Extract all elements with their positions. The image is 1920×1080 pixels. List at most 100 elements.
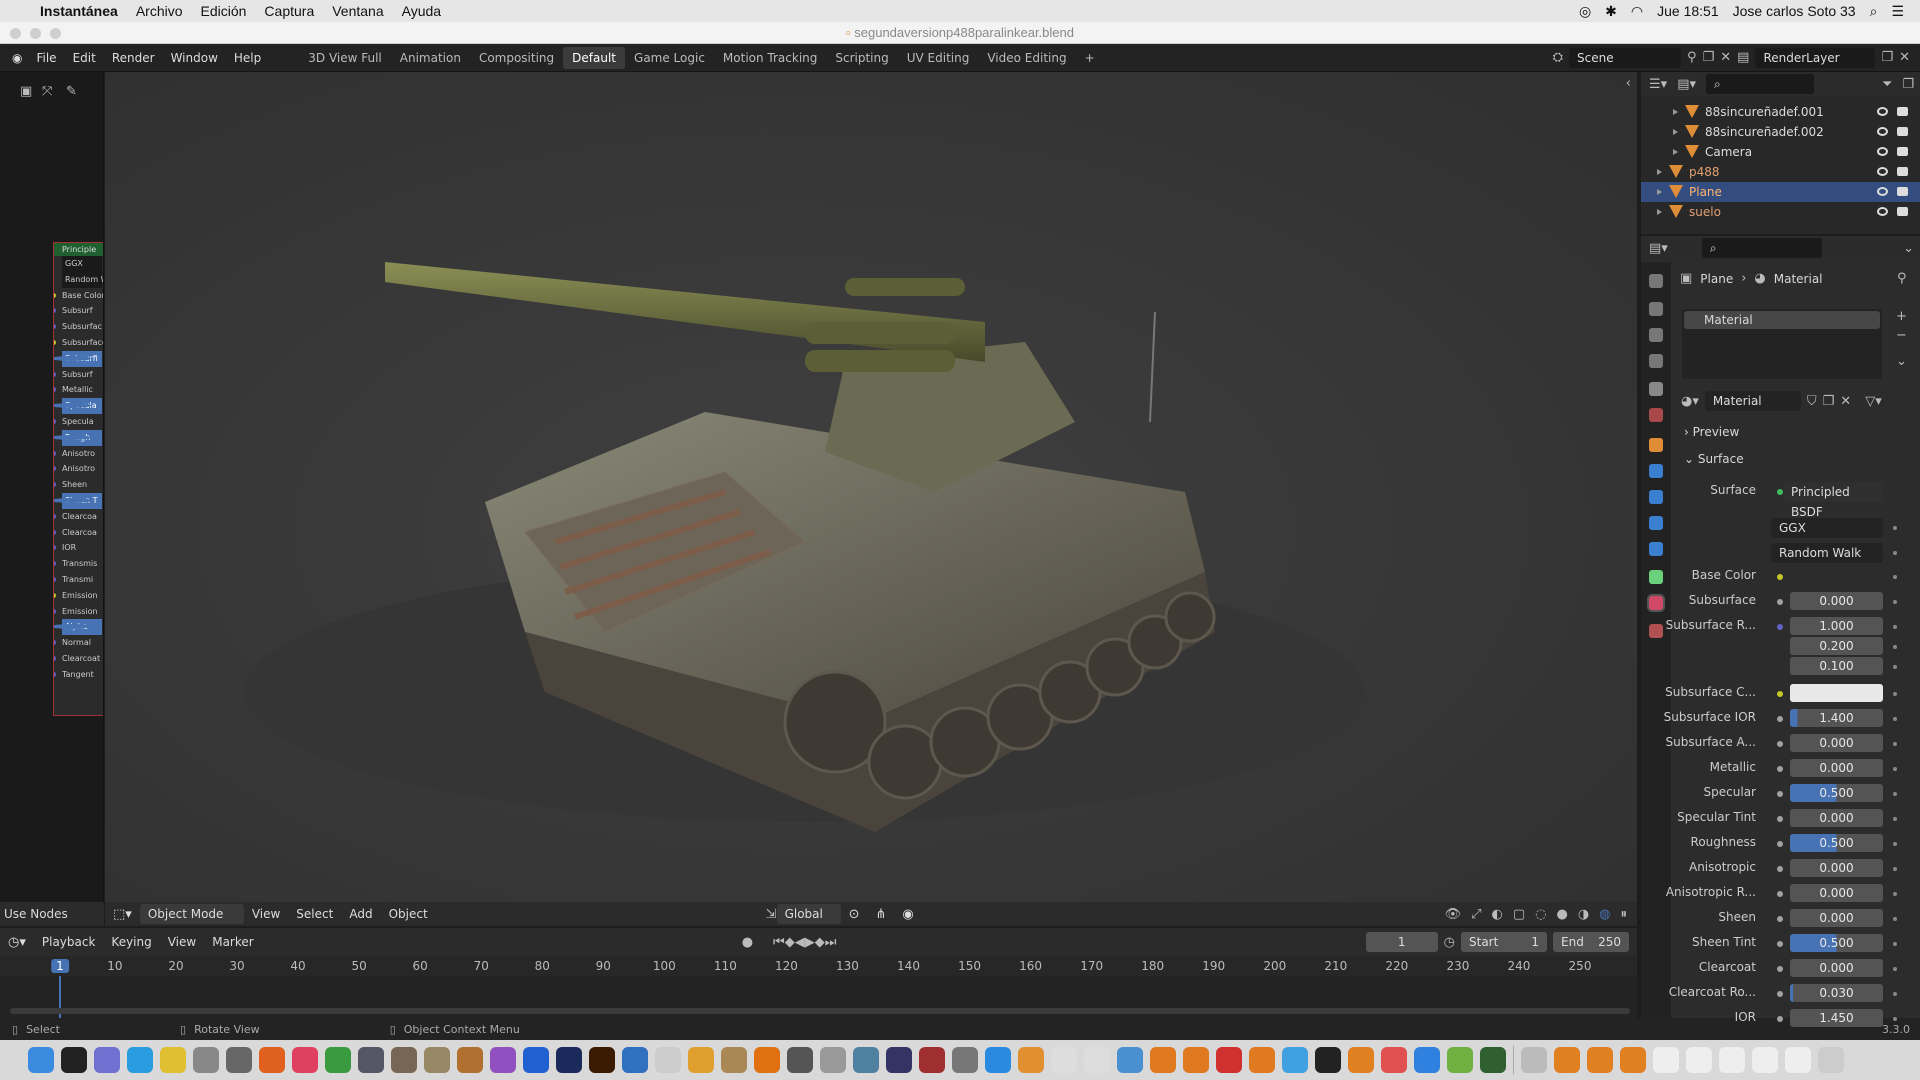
- surface-shader-field[interactable]: Principled BSDF: [1783, 482, 1883, 519]
- tab-uv-editing[interactable]: UV Editing: [898, 47, 979, 69]
- node-socket-row[interactable]: GGX: [54, 256, 103, 272]
- red-app-icon[interactable]: [1216, 1047, 1242, 1073]
- bluetooth-icon[interactable]: ✱: [1605, 3, 1617, 20]
- timeline-track[interactable]: [0, 976, 1637, 1018]
- menu-window[interactable]: Window: [163, 51, 226, 65]
- node-socket-row[interactable]: Transmis: [54, 556, 103, 572]
- strategy-game-icon[interactable]: [424, 1047, 450, 1073]
- tank-app-icon[interactable]: [358, 1047, 384, 1073]
- menu-archivo[interactable]: Archivo: [136, 3, 183, 19]
- package-icon[interactable]: [721, 1047, 747, 1073]
- menu-file[interactable]: File: [28, 51, 64, 65]
- node-socket-row[interactable]: Subsurfi: [54, 350, 103, 367]
- input-socket-icon[interactable]: [1777, 766, 1783, 772]
- input-socket-icon[interactable]: [1777, 716, 1783, 722]
- node-socket-row[interactable]: Emission: [54, 604, 103, 620]
- property-value-field[interactable]: 0.500: [1790, 784, 1883, 802]
- socket-icon[interactable]: [54, 324, 56, 330]
- timeline-ruler[interactable]: 1 10 20 30 40 50 60 70 80 90 100 110 120 130 140 150 160…: [0, 956, 1637, 976]
- node-socket-row[interactable]: Subsurf: [54, 367, 103, 383]
- property-value-field[interactable]: 0.000: [1790, 884, 1883, 902]
- rocket-icon[interactable]: [226, 1047, 252, 1073]
- scene-field[interactable]: Scene: [1569, 47, 1682, 68]
- quicktime-icon[interactable]: [886, 1047, 912, 1073]
- property-value-field[interactable]: 1.400: [1790, 709, 1883, 727]
- tab-video-editing[interactable]: Video Editing: [978, 47, 1075, 69]
- outliner-row[interactable]: Camera: [1641, 142, 1920, 162]
- current-frame-field[interactable]: 1: [1365, 932, 1438, 952]
- blender-alt-icon[interactable]: [1183, 1047, 1209, 1073]
- render-camera-icon[interactable]: [1897, 107, 1908, 116]
- property-value-field[interactable]: 0.030: [1790, 984, 1883, 1002]
- keyframe-dot[interactable]: [1893, 575, 1897, 579]
- outliner-row[interactable]: 88sincureñadef.002: [1641, 122, 1920, 142]
- folder-stack-alt-icon[interactable]: [1587, 1047, 1613, 1073]
- menu-captura[interactable]: Captura: [264, 3, 314, 19]
- node-socket-row[interactable]: Anisotro: [54, 461, 103, 477]
- blender-logo-icon[interactable]: ◉: [0, 51, 28, 65]
- visibility-eye-icon[interactable]: [1877, 107, 1888, 116]
- creative-cloud-icon[interactable]: ◎: [1579, 3, 1591, 20]
- property-value-field[interactable]: 0.500: [1790, 834, 1883, 852]
- object-mode-dropdown[interactable]: Object Mode: [139, 904, 244, 924]
- socket-icon[interactable]: [54, 339, 56, 345]
- outliner-search-input[interactable]: ⌕: [1706, 74, 1814, 94]
- record-icon[interactable]: ●: [742, 935, 753, 950]
- delete-layer-icon[interactable]: ✕: [1899, 50, 1910, 65]
- tiles-app-icon[interactable]: [1282, 1047, 1308, 1073]
- photoshop-icon[interactable]: [556, 1047, 582, 1073]
- notes-icon[interactable]: [457, 1047, 483, 1073]
- books-icon[interactable]: [1018, 1047, 1044, 1073]
- keyframe-dot[interactable]: [1893, 551, 1897, 555]
- socket-icon[interactable]: [54, 497, 91, 503]
- visibility-eye-icon[interactable]: [1877, 147, 1888, 156]
- keyframe-dot[interactable]: [1893, 742, 1897, 746]
- property-value-field[interactable]: [1790, 684, 1883, 702]
- duplicate-material-icon[interactable]: ❐: [1823, 394, 1835, 409]
- rendered-shading-icon[interactable]: ◍: [1599, 907, 1610, 922]
- xcode-icon[interactable]: [853, 1047, 879, 1073]
- properties-options-icon[interactable]: ⌄: [1903, 241, 1914, 256]
- vlc-icon[interactable]: [754, 1047, 780, 1073]
- input-socket-icon[interactable]: [1777, 866, 1783, 872]
- remove-slot-icon[interactable]: −: [1896, 328, 1907, 343]
- unlink-material-icon[interactable]: ✕: [1840, 394, 1851, 409]
- socket-icon[interactable]: [54, 292, 56, 298]
- visibility-eye-icon[interactable]: [1877, 207, 1888, 216]
- tool-icon[interactable]: [820, 1047, 846, 1073]
- input-socket-icon[interactable]: [1777, 791, 1783, 797]
- annotate-icon[interactable]: ✎: [66, 84, 77, 99]
- pages-icon[interactable]: [1348, 1047, 1374, 1073]
- socket-icon[interactable]: [54, 355, 91, 361]
- expand-icon[interactable]: [1657, 189, 1662, 195]
- app-name[interactable]: Instantánea: [40, 3, 118, 19]
- keyframe-dot[interactable]: [1893, 967, 1897, 971]
- play-reverse-icon[interactable]: ◀: [795, 935, 805, 950]
- material-slot-list[interactable]: Material: [1682, 309, 1882, 379]
- app-blue-icon[interactable]: [1117, 1047, 1143, 1073]
- orientation-icon[interactable]: ⇲: [766, 907, 777, 922]
- menu-edicion[interactable]: Edición: [201, 3, 247, 19]
- expand-icon[interactable]: [1657, 169, 1662, 175]
- tab-scripting[interactable]: Scripting: [826, 47, 897, 69]
- preview-section[interactable]: › Preview: [1684, 425, 1739, 439]
- illustrator-icon[interactable]: [589, 1047, 615, 1073]
- select-box-icon[interactable]: ▣: [20, 84, 32, 99]
- visibility-eye-icon[interactable]: [1877, 167, 1888, 176]
- property-value-field[interactable]: 0.000: [1790, 959, 1883, 977]
- outliner[interactable]: ☰▾ ▤▾ ⌕ ⏷ ❐ 88sincureñadef.001 88sincureñ…: [1641, 72, 1920, 234]
- node-socket-row[interactable]: Base Color: [54, 288, 103, 304]
- node-socket-row[interactable]: Metallic: [54, 382, 103, 398]
- socket-icon[interactable]: [54, 608, 56, 614]
- socket-icon[interactable]: [54, 655, 56, 661]
- socket-icon[interactable]: [54, 513, 56, 519]
- input-socket-icon[interactable]: [1777, 691, 1783, 697]
- scene-tab-icon[interactable]: [1649, 382, 1663, 396]
- expand-icon[interactable]: [1673, 109, 1678, 115]
- launchpad-icon[interactable]: [94, 1047, 120, 1073]
- solid-shading-icon[interactable]: ●: [1556, 907, 1567, 922]
- output-tab-icon[interactable]: [1649, 328, 1663, 342]
- firefox-icon[interactable]: [259, 1047, 285, 1073]
- keyframe-dot[interactable]: [1893, 917, 1897, 921]
- zbrush-alt-icon[interactable]: [1084, 1047, 1110, 1073]
